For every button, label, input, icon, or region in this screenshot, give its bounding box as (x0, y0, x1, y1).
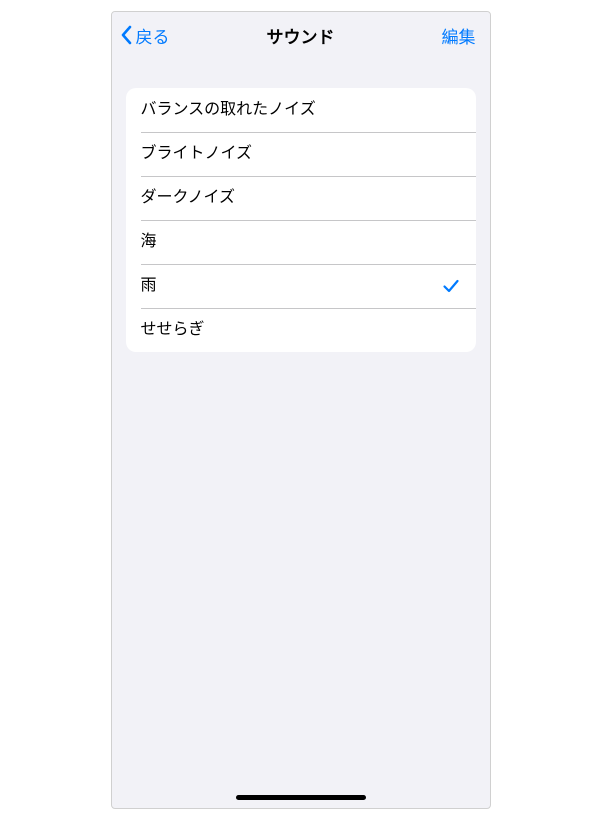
sound-option-rain[interactable]: 雨 (126, 264, 476, 308)
chevron-back-icon (120, 24, 133, 46)
list-item-label: ブライトノイズ (141, 144, 253, 165)
sound-option-stream[interactable]: せせらぎ (126, 308, 476, 352)
list-item-label: 海 (141, 232, 157, 253)
back-label: 戻る (136, 23, 170, 48)
sound-option-ocean[interactable]: 海 (126, 220, 476, 264)
list-item-label: ダークノイズ (141, 188, 236, 209)
list-item-label: バランスの取れたノイズ (141, 100, 316, 121)
nav-bar: 戻る サウンド 編集 (112, 12, 490, 58)
sound-list: バランスの取れたノイズ ブライトノイズ ダークノイズ 海 雨 せ (126, 88, 476, 352)
checkmark-icon (441, 276, 461, 296)
content-area: バランスの取れたノイズ ブライトノイズ ダークノイズ 海 雨 せ (112, 58, 490, 352)
list-item-label: せせらぎ (141, 320, 205, 341)
list-item-label: 雨 (141, 276, 157, 297)
page-title: サウンド (267, 23, 335, 48)
sound-option-bright-noise[interactable]: ブライトノイズ (126, 132, 476, 176)
back-button[interactable]: 戻る (116, 19, 174, 52)
sound-option-dark-noise[interactable]: ダークノイズ (126, 176, 476, 220)
home-indicator[interactable] (236, 795, 366, 800)
phone-frame: 戻る サウンド 編集 バランスの取れたノイズ ブライトノイズ ダークノイズ 海 … (111, 11, 491, 809)
edit-button[interactable]: 編集 (436, 19, 482, 52)
sound-option-balanced-noise[interactable]: バランスの取れたノイズ (126, 88, 476, 132)
